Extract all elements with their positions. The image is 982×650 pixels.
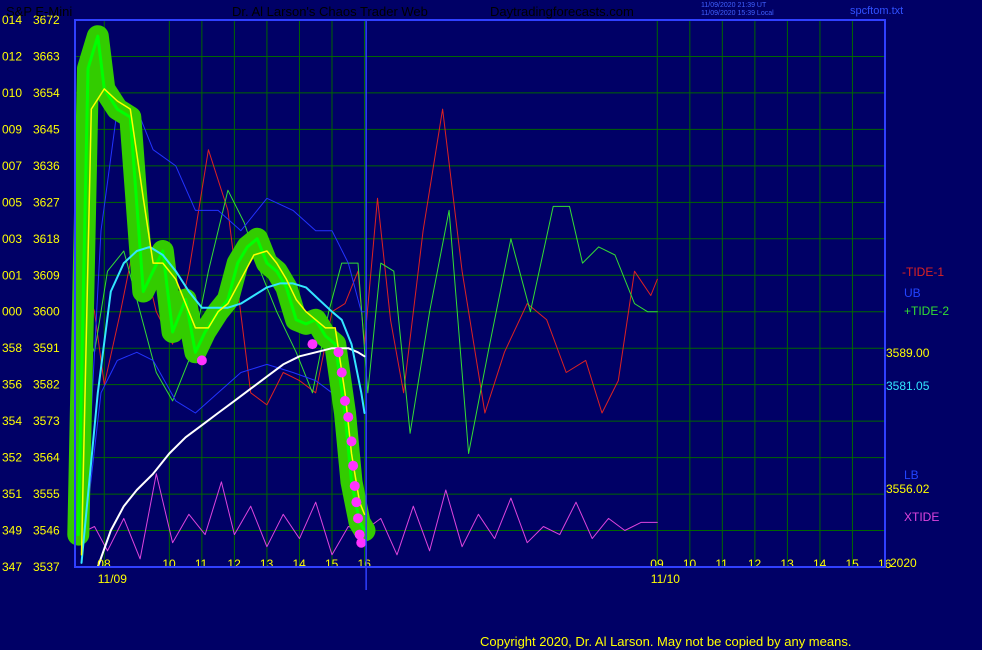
y-right-label: 3636 <box>33 159 60 173</box>
chart-title: Dr. Al Larson's Chaos Trader Web <box>232 4 428 19</box>
y-right-label: 3537 <box>33 560 60 574</box>
y-right-label: 3645 <box>33 122 60 136</box>
x-tick-label: 14 <box>292 557 306 571</box>
y-left-label: 012 <box>2 49 22 63</box>
x-tick-label: 13 <box>780 557 794 571</box>
y-left-label: 358 <box>2 341 22 355</box>
y-right-label: 3600 <box>33 305 60 319</box>
y-right-label: 3546 <box>33 524 60 538</box>
signal-dot <box>351 497 362 508</box>
y-right-label: 3654 <box>33 86 60 100</box>
signal-dot <box>196 355 207 366</box>
x-tick-label: 15 <box>325 557 339 571</box>
timestamp-utc: 11/09/2020 21:39 UT <box>701 2 767 9</box>
signal-dot <box>333 347 344 358</box>
y-left-label: 356 <box>2 378 22 392</box>
x-tick-label: 15 <box>845 557 859 571</box>
x-tick-label: 08 <box>97 557 111 571</box>
y-right-label: 3627 <box>33 195 60 209</box>
signal-dot <box>340 395 350 406</box>
instrument-title: S&P E-Mini <box>6 4 73 19</box>
year-label: 2020 <box>890 556 917 570</box>
level1-label: 3589.00 <box>886 346 930 360</box>
tide2-label: +TIDE-2 <box>904 304 950 318</box>
y-right-label: 3582 <box>33 378 60 392</box>
ub-label: UB <box>904 286 921 300</box>
y-left-label: 354 <box>2 414 22 428</box>
y-left-label: 010 <box>2 86 22 100</box>
x-tick-label: 09 <box>650 557 664 571</box>
date-label: 11/10 <box>651 572 680 586</box>
y-left-label: 351 <box>2 487 22 501</box>
x-tick-label: 12 <box>748 557 762 571</box>
x-tick-label: 13 <box>260 557 274 571</box>
site-name: Daytradingforecasts.com <box>490 4 634 19</box>
x-tick-label: 11 <box>715 557 728 571</box>
y-right-label: 3591 <box>33 341 60 355</box>
y-left-label: 347 <box>2 560 22 574</box>
grid <box>75 19 886 568</box>
y-left-label: 352 <box>2 451 22 465</box>
copyright: Copyright 2020, Dr. Al Larson. May not b… <box>480 634 852 649</box>
y-right-label: 3663 <box>33 49 60 63</box>
signal-dot <box>346 436 357 447</box>
file-name: spcftom.txt <box>850 5 904 17</box>
x-tick-label: 16 <box>358 557 372 571</box>
signal-dot <box>353 513 364 524</box>
axes: 014 3672012 3663010 3654009 3645007 3636005 36… <box>2 13 892 590</box>
x-tick-label: 11 <box>195 557 208 571</box>
lower-band-line <box>84 351 365 536</box>
x-tick-label: 10 <box>162 557 176 571</box>
y-right-label: 3564 <box>33 451 60 465</box>
level2-label: 3581.05 <box>886 379 930 393</box>
y-right-label: 3609 <box>33 268 60 282</box>
plot-border <box>74 19 886 568</box>
y-left-label: 349 <box>2 524 22 538</box>
y-right-label: 3555 <box>33 487 60 501</box>
signal-dot <box>356 537 367 548</box>
x-tick-label: 10 <box>683 557 697 571</box>
timestamp-local: 11/09/2020 15:39 Local <box>701 10 774 17</box>
y-left-label: 005 <box>2 195 22 209</box>
signal-dot <box>348 460 359 471</box>
chart: 014 3672012 3663010 3654009 3645007 3636005 36… <box>2 13 892 590</box>
y-left-label: 007 <box>2 159 22 173</box>
y-left-label: 009 <box>2 122 22 136</box>
y-right-label: 3618 <box>33 232 60 246</box>
lb-label: LB <box>904 468 919 482</box>
tide1-label: -TIDE-1 <box>902 265 944 279</box>
signal-dot <box>343 412 354 423</box>
y-left-label: 001 <box>2 268 22 282</box>
y-left-label: 003 <box>2 232 22 246</box>
date-label: 11/09 <box>98 572 127 586</box>
x-tick-label: 14 <box>813 557 827 571</box>
signal-dot <box>307 339 318 350</box>
y-right-label: 3573 <box>33 414 60 428</box>
signal-dot <box>336 367 347 378</box>
x-tick-label: 12 <box>227 557 241 571</box>
signal-dot <box>349 480 360 491</box>
series <box>67 25 658 568</box>
level3-label: 3556.02 <box>886 482 930 496</box>
y-left-label: 000 <box>2 305 22 319</box>
xtide-label: XTIDE <box>904 510 940 524</box>
